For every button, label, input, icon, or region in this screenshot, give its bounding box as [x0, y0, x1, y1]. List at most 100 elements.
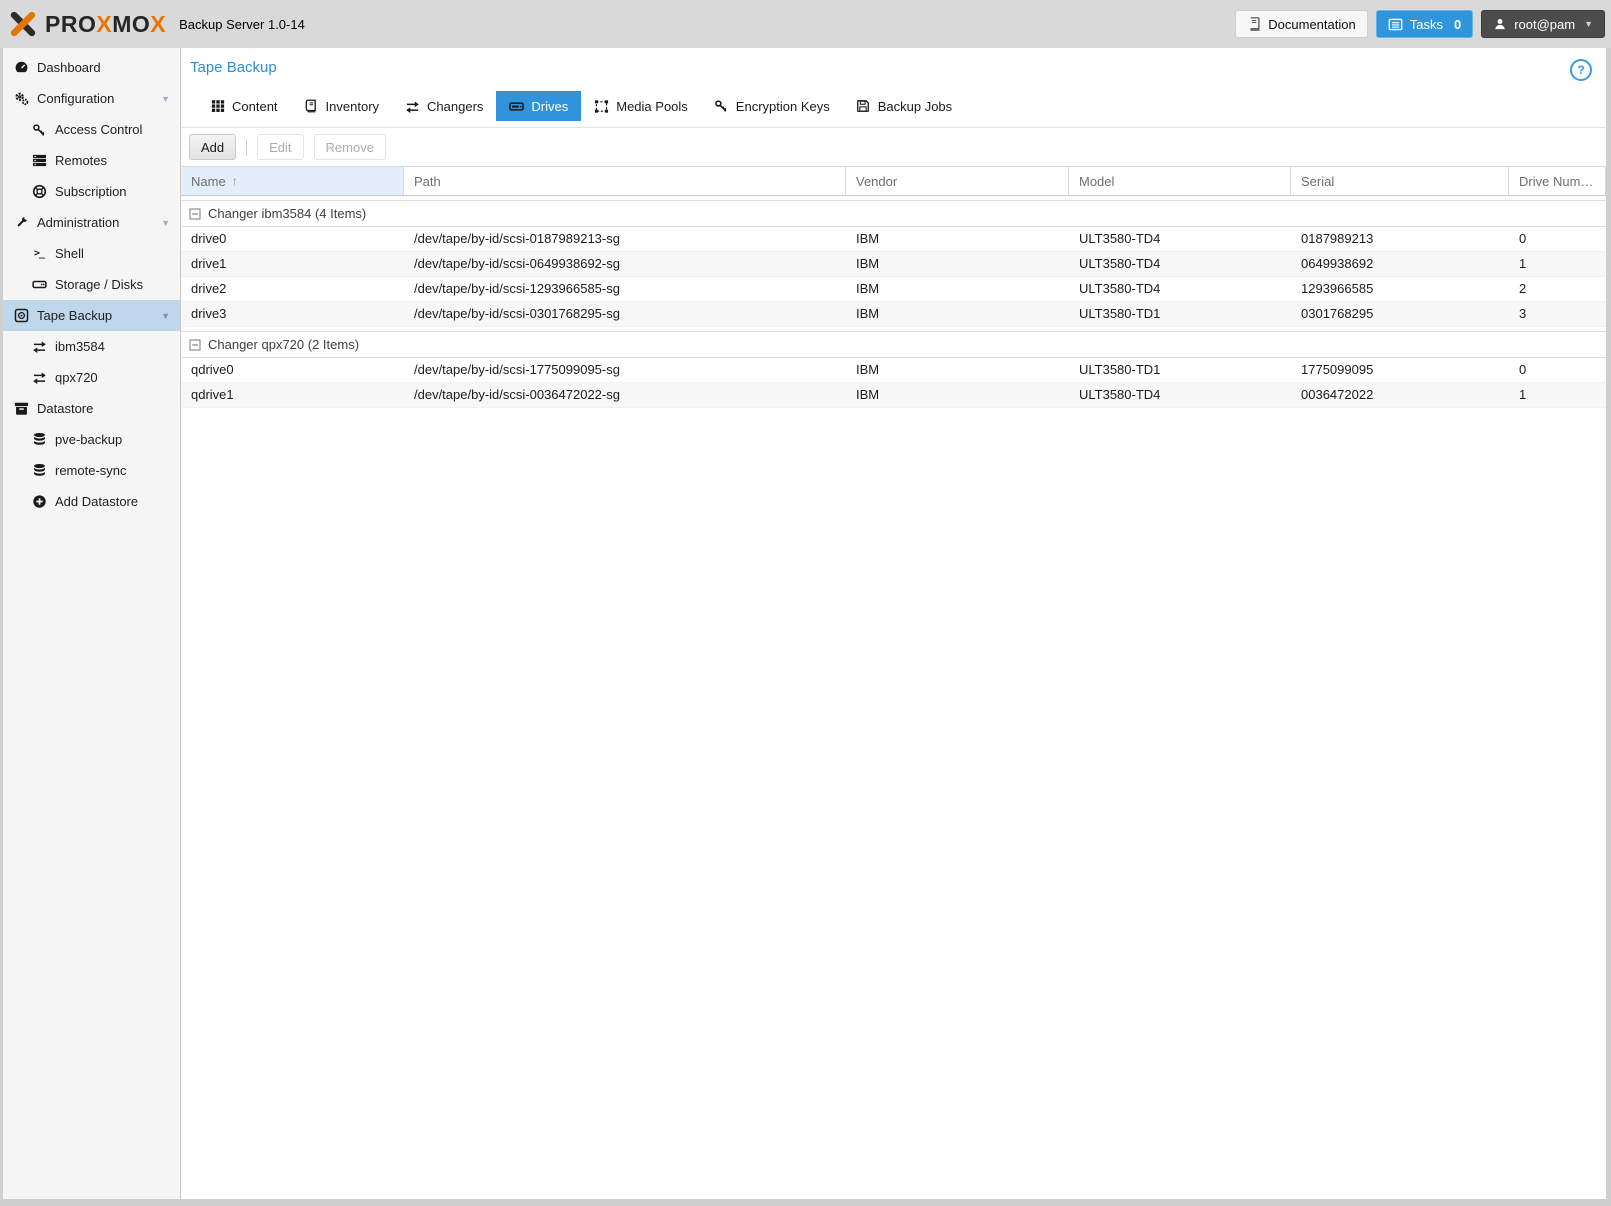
collapse-icon[interactable]: [189, 339, 201, 351]
drives-table: Name ↑ Path Vendor Model Serial Drive Nu…: [181, 166, 1606, 408]
book-icon: [304, 99, 319, 114]
logo-wordmark: PROXMOX: [45, 11, 166, 38]
table-row[interactable]: drive3 /dev/tape/by-id/scsi-0301768295-s…: [181, 302, 1606, 327]
page-title: Tape Backup: [190, 59, 277, 76]
proxmox-logo[interactable]: PROXMOX: [8, 9, 166, 39]
logo-part: MO: [112, 10, 151, 37]
tab-label: Drives: [531, 98, 569, 114]
table-row[interactable]: drive2 /dev/tape/by-id/scsi-1293966585-s…: [181, 277, 1606, 302]
add-button[interactable]: Add: [189, 134, 237, 160]
sidebar-item-label: Datastore: [37, 401, 94, 416]
caret-down-icon[interactable]: ▼: [161, 94, 170, 104]
terminal-icon: >_: [31, 246, 47, 262]
exchange-icon: [31, 370, 47, 386]
sidebar-item-pve-backup[interactable]: pve-backup: [3, 424, 180, 455]
user-label: root@pam: [1514, 16, 1576, 32]
documentation-button[interactable]: Documentation: [1235, 10, 1368, 38]
table-cell: /dev/tape/by-id/scsi-1775099095-sg: [414, 362, 620, 377]
sidebar-item-access-control[interactable]: Access Control: [3, 114, 180, 145]
remove-button[interactable]: Remove: [313, 134, 386, 160]
table-cell: ULT3580-TD4: [1079, 231, 1161, 246]
table-row[interactable]: drive1 /dev/tape/by-id/scsi-0649938692-s…: [181, 252, 1606, 277]
column-label: Path: [414, 173, 441, 189]
collapse-icon[interactable]: [189, 208, 201, 220]
sidebar-item-remote-sync[interactable]: remote-sync: [3, 455, 180, 486]
tape-icon: [13, 308, 29, 324]
documentation-label: Documentation: [1268, 16, 1356, 32]
tab-label: Content: [232, 98, 278, 114]
sidebar-item-dashboard[interactable]: Dashboard: [3, 52, 180, 83]
column-header-model[interactable]: Model: [1069, 167, 1291, 195]
sidebar-item-datastore[interactable]: Datastore: [3, 393, 180, 424]
group-header-label: Changer qpx720 (2 Items): [208, 337, 360, 352]
sidebar-item-remotes[interactable]: Remotes: [3, 145, 180, 176]
task-list-icon: [1388, 17, 1403, 32]
logo-part: PRO: [45, 10, 97, 37]
group-rows: qdrive0 /dev/tape/by-id/scsi-1775099095-…: [181, 358, 1606, 408]
group-header-label: Changer ibm3584 (4 Items): [208, 206, 367, 221]
tab-label: Changers: [427, 98, 484, 114]
column-header-serial[interactable]: Serial: [1291, 167, 1509, 195]
tab-content[interactable]: Content: [197, 91, 291, 121]
life-ring-icon: [31, 184, 47, 200]
exchange-icon: [405, 99, 420, 114]
sidebar-item-administration[interactable]: Administration ▼: [3, 207, 180, 238]
sidebar-item-label: ibm3584: [55, 339, 105, 354]
tab-backup-jobs[interactable]: Backup Jobs: [843, 91, 965, 121]
topbar-actions: Documentation Tasks 0 root@pam ▼: [1235, 10, 1605, 38]
column-header-vendor[interactable]: Vendor: [846, 167, 1069, 195]
table-cell: IBM: [856, 362, 880, 377]
column-header-path[interactable]: Path: [404, 167, 846, 195]
book-icon: [1247, 17, 1261, 31]
sidebar-item-label: Subscription: [55, 184, 127, 199]
sidebar-item-tape-backup[interactable]: Tape Backup ▼: [3, 300, 180, 331]
sidebar-item-shell[interactable]: >_ Shell: [3, 238, 180, 269]
app-frame: Dashboard Configuration ▼ Access Control: [0, 48, 1611, 1199]
wrench-icon: [13, 215, 29, 231]
sidebar-item-label: Access Control: [55, 122, 143, 137]
sidebar-item-subscription[interactable]: Subscription: [3, 176, 180, 207]
table-cell: /dev/tape/by-id/scsi-0301768295-sg: [414, 306, 620, 321]
sidebar-item-storage-disks[interactable]: Storage / Disks: [3, 269, 180, 300]
tab-drives[interactable]: Drives: [496, 91, 582, 121]
tasks-count-badge: 0: [1453, 16, 1462, 32]
dashboard-icon: [13, 60, 29, 76]
archive-box-icon: [13, 401, 29, 417]
sidebar-item-label: Storage / Disks: [55, 277, 144, 292]
tab-inventory[interactable]: Inventory: [291, 91, 392, 121]
tab-media-pools[interactable]: Media Pools: [581, 91, 701, 121]
table-row[interactable]: qdrive1 /dev/tape/by-id/scsi-0036472022-…: [181, 383, 1606, 408]
caret-down-icon[interactable]: ▼: [161, 311, 170, 321]
table-cell: ULT3580-TD1: [1079, 362, 1161, 377]
table-row[interactable]: qdrive0 /dev/tape/by-id/scsi-1775099095-…: [181, 358, 1606, 383]
help-icon[interactable]: ?: [1570, 59, 1592, 81]
key-icon: [31, 122, 47, 138]
column-header-drive-num[interactable]: Drive Num…: [1509, 167, 1606, 195]
column-header-name[interactable]: Name ↑: [181, 167, 404, 195]
group-header-qpx720[interactable]: Changer qpx720 (2 Items): [181, 331, 1606, 358]
grid-icon: [210, 99, 225, 114]
table-cell: IBM: [856, 256, 880, 271]
tab-encryption-keys[interactable]: Encryption Keys: [701, 91, 843, 121]
chevron-down-icon: ▼: [1584, 19, 1593, 29]
sidebar-item-ibm3584[interactable]: ibm3584: [3, 331, 180, 362]
table-cell: IBM: [856, 231, 880, 246]
table-row[interactable]: drive0 /dev/tape/by-id/scsi-0187989213-s…: [181, 227, 1606, 252]
caret-down-icon[interactable]: ▼: [161, 218, 170, 228]
sidebar-item-label: remote-sync: [55, 463, 127, 478]
table-cell: drive0: [191, 231, 227, 246]
tab-changers[interactable]: Changers: [392, 91, 496, 121]
sidebar-item-label: qpx720: [55, 370, 98, 385]
toolbar: Add Edit Remove: [181, 127, 1606, 166]
proxmox-x-icon: [8, 9, 38, 39]
hdd-icon: [31, 277, 47, 293]
tasks-button[interactable]: Tasks 0: [1375, 10, 1474, 38]
sidebar-item-label: Shell: [55, 246, 84, 261]
sidebar-item-add-datastore[interactable]: Add Datastore: [3, 486, 180, 517]
edit-button[interactable]: Edit: [257, 134, 304, 160]
user-menu-button[interactable]: root@pam ▼: [1481, 10, 1605, 38]
sidebar-item-configuration[interactable]: Configuration ▼: [3, 83, 180, 114]
cogs-icon: [13, 91, 29, 107]
sidebar-item-qpx720[interactable]: qpx720: [3, 362, 180, 393]
group-header-ibm3584[interactable]: Changer ibm3584 (4 Items): [181, 200, 1606, 227]
